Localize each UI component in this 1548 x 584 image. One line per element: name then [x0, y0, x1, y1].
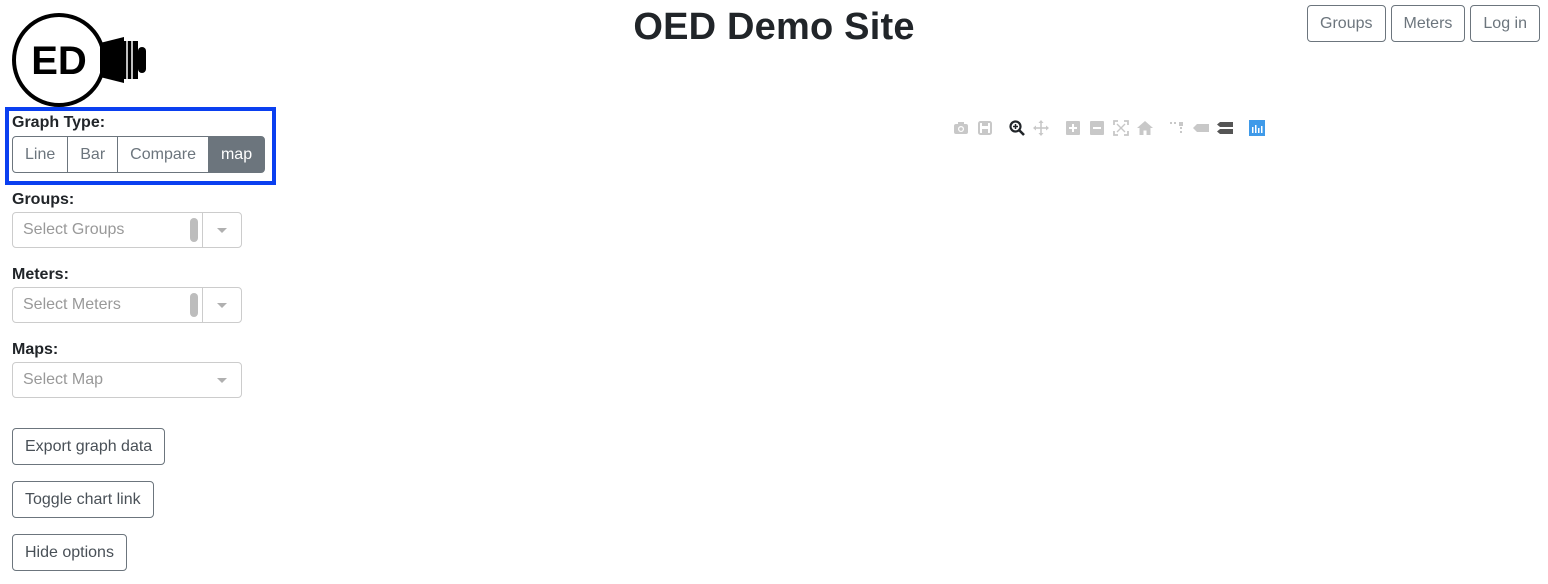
- groups-label: Groups:: [12, 191, 75, 208]
- hide-options-button[interactable]: Hide options: [12, 534, 127, 571]
- meters-select[interactable]: Select Meters: [12, 287, 242, 323]
- meters-nav-button[interactable]: Meters: [1390, 5, 1466, 42]
- chart-modebar: [952, 118, 1272, 138]
- groups-select[interactable]: Select Groups: [12, 212, 242, 248]
- spike-lines-icon[interactable]: [1168, 119, 1186, 137]
- graph-type-button-group: Line Bar Compare map: [12, 136, 266, 173]
- zoom-out-icon[interactable]: [1088, 119, 1106, 137]
- scroll-handle[interactable]: [190, 218, 198, 242]
- plotly-logo-icon[interactable]: [1248, 119, 1266, 137]
- pan-icon[interactable]: [1032, 119, 1050, 137]
- login-button[interactable]: Log in: [1470, 5, 1540, 42]
- export-graph-data-button[interactable]: Export graph data: [12, 428, 166, 465]
- graph-type-label: Graph Type:: [12, 114, 106, 131]
- graph-type-compare-button[interactable]: Compare: [117, 136, 209, 173]
- scroll-handle[interactable]: [190, 293, 198, 317]
- chevron-down-icon[interactable]: [203, 363, 241, 397]
- autoscale-icon[interactable]: [1112, 119, 1130, 137]
- zoom-in-icon[interactable]: [1064, 119, 1082, 137]
- zoom-icon[interactable]: [1008, 119, 1026, 137]
- maps-placeholder: Select Map: [23, 371, 104, 388]
- graph-type-line-button[interactable]: Line: [12, 136, 69, 173]
- top-nav: Groups Meters Log in: [1307, 5, 1540, 42]
- chevron-down-icon[interactable]: [203, 288, 241, 322]
- toggle-chart-link-button[interactable]: Toggle chart link: [12, 481, 154, 518]
- maps-label: Maps:: [12, 341, 59, 358]
- chevron-down-icon[interactable]: [203, 213, 241, 247]
- groups-placeholder: Select Groups: [23, 221, 125, 238]
- meters-placeholder: Select Meters: [23, 296, 121, 313]
- save-icon[interactable]: [976, 119, 994, 137]
- hover-compare-icon[interactable]: [1216, 119, 1234, 137]
- hover-closest-icon[interactable]: [1192, 119, 1210, 137]
- graph-type-bar-button[interactable]: Bar: [67, 136, 119, 173]
- camera-icon[interactable]: [952, 119, 970, 137]
- meters-label: Meters:: [12, 266, 69, 283]
- groups-nav-button[interactable]: Groups: [1307, 5, 1386, 42]
- graph-type-map-button[interactable]: map: [207, 136, 266, 173]
- maps-select[interactable]: Select Map: [12, 362, 242, 398]
- home-icon[interactable]: [1136, 119, 1154, 137]
